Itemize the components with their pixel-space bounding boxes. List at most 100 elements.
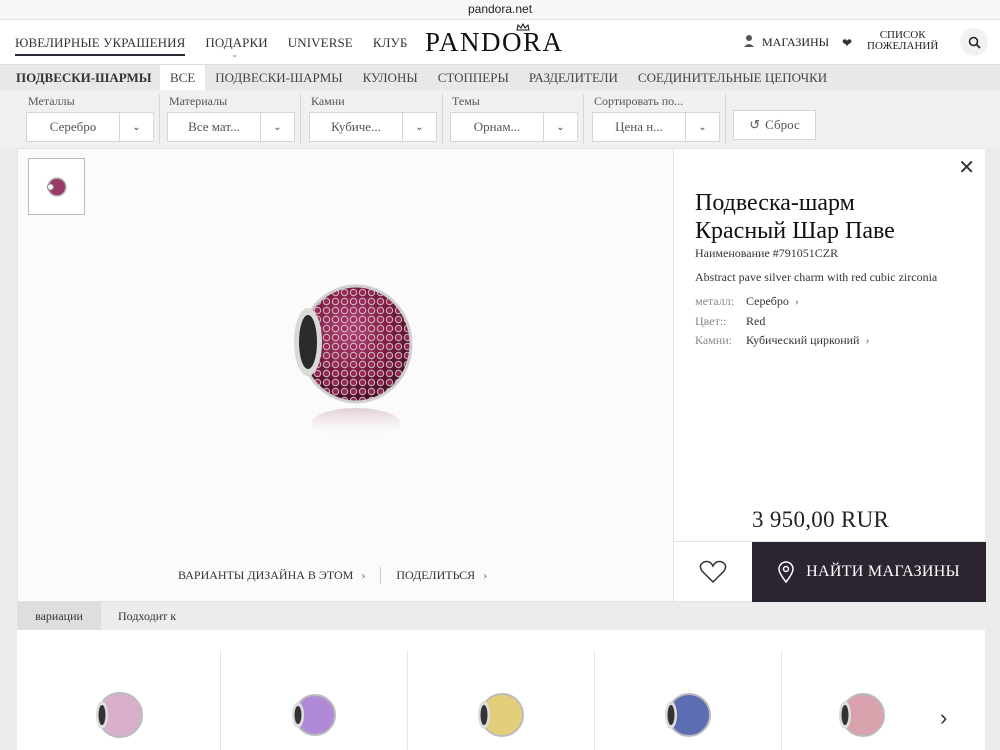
chevron-right-icon: › [865,333,870,347]
filter-materials: Материалы Все мат... ⌄ [167,94,295,142]
location-pin-icon [778,561,794,583]
chevron-down-icon: ⌄ [685,112,719,142]
filter-metals-value: Серебро [49,119,97,134]
category-tab-spacers[interactable]: РАЗДЕЛИТЕЛИ [519,65,628,90]
filter-sort-select[interactable]: Цена н... ⌄ [592,112,720,142]
product-info: ✕ Подвеска-шарм Красный Шар Паве Наимено… [673,149,986,602]
chevron-down-icon: ⌄ [260,112,294,142]
variation-card[interactable] [594,650,781,750]
filter-materials-select[interactable]: Все мат... ⌄ [167,112,295,142]
add-to-wishlist-button[interactable] [674,542,752,602]
share-link[interactable]: ПОДЕЛИТЬСЯ › [396,568,487,583]
attribute-color: Цвет:: Red [695,314,765,329]
category-title: ПОДВЕСКИ-ШАРМЫ [16,70,152,85]
nav-item-gifts[interactable]: ПОДАРКИ ⌄ [205,35,268,59]
filter-sort-label: Сортировать по... [594,94,684,108]
variation-card[interactable] [781,650,941,750]
filter-materials-label: Материалы [169,94,228,108]
category-bar: ПОДВЕСКИ-ШАРМЫ ВСЕ ПОДВЕСКИ-ШАРМЫ КУЛОНЫ… [0,64,1000,90]
category-tabs: ВСЕ ПОДВЕСКИ-ШАРМЫ КУЛОНЫ СТОППЕРЫ РАЗДЕ… [160,65,837,90]
attribute-stones-value[interactable]: Кубический цирконий › [746,333,869,347]
nav-item-gifts-label: ПОДАРКИ [205,35,268,50]
product-image-area: ВАРИАНТЫ ДИЗАЙНА В ЭТОМ › ПОДЕЛИТЬСЯ › [18,149,673,601]
charm-variation-image [838,693,885,737]
wishlist-link[interactable]: СПИСОК ПОЖЕЛАНИЙ [867,30,938,52]
category-tab-pendants[interactable]: КУЛОНЫ [353,65,428,90]
filter-metals-select[interactable]: Серебро ⌄ [26,112,154,142]
heart-icon: ❤ [842,36,853,50]
product-description: Abstract pave silver charm with red cubi… [695,270,938,284]
find-stores-button[interactable]: НАЙТИ МАГАЗИНЫ [752,542,986,602]
url-text: pandora.net [467,2,533,16]
category-tab-all[interactable]: ВСЕ [160,65,206,90]
chevron-right-icon: › [483,568,488,582]
filter-themes-value: Орнам... [473,119,521,134]
nav-item-jewelry[interactable]: ЮВЕЛИРНЫЕ УКРАШЕНИЯ [15,35,186,56]
variation-tabs: вариации Подходит к [17,602,985,637]
variation-card[interactable] [220,650,407,750]
stores-link[interactable]: МАГАЗИНЫ [762,35,829,50]
filter-metals: Металлы Серебро ⌄ [26,94,154,142]
variation-card[interactable] [407,650,594,750]
nav-item-club[interactable]: КЛУБ [373,35,408,56]
chevron-right-icon[interactable]: › [940,705,947,731]
chevron-right-icon: › [794,294,799,308]
design-variants-label: ВАРИАНТЫ ДИЗАЙНА В ЭТОМ [178,568,354,582]
product-thumbnail[interactable] [28,158,85,215]
reset-label: Сброс [765,117,800,132]
design-variants-link[interactable]: ВАРИАНТЫ ДИЗАЙНА В ЭТОМ › [178,568,365,583]
charm-variation-image [292,694,336,736]
filter-themes-label: Темы [452,94,480,108]
filter-sort-value: Цена н... [615,119,663,134]
filter-themes: Темы Орнам... ⌄ [450,94,578,142]
store-pin-icon [744,35,754,47]
chevron-down-icon: ⌄ [119,112,153,142]
wishlist-line2: ПОЖЕЛАНИЙ [867,40,939,52]
filter-stones: Камни Кубиче... ⌄ [309,94,437,142]
filter-divider [300,94,301,144]
heart-icon [699,560,727,584]
category-tab-clips[interactable]: СТОППЕРЫ [428,65,519,90]
attribute-metal-key: металл: [695,294,735,308]
variation-card[interactable] [17,650,220,750]
search-icon [968,36,981,49]
chevron-right-icon: › [361,568,366,582]
attribute-stones-text: Кубический цирконий [746,333,860,347]
filter-divider [442,94,443,144]
attribute-metal-text: Серебро [746,294,789,308]
filter-stones-value: Кубиче... [331,119,381,134]
filter-themes-select[interactable]: Орнам... ⌄ [450,112,578,142]
chevron-down-icon: ⌄ [543,112,577,142]
variations-carousel: › [17,630,985,750]
crown-icon [516,22,530,33]
nav-item-universe[interactable]: UNIVERSE [288,35,353,56]
chevron-down-icon: ⌄ [231,50,239,59]
product-sku: Наименование #791051CZR [695,246,839,260]
attribute-color-key: Цвет:: [695,314,727,328]
filter-divider [583,94,584,144]
product-main-image [286,279,416,464]
pandora-logo[interactable]: PANDORA [425,27,564,58]
charm-variation-image [665,693,711,737]
filter-materials-value: Все мат... [188,119,240,134]
attribute-metal-value[interactable]: Серебро › [746,294,799,308]
image-links: ВАРИАНТЫ ДИЗАЙНА В ЭТОМ › ПОДЕЛИТЬСЯ › [178,567,487,584]
search-button[interactable] [960,28,988,56]
tab-fits-with[interactable]: Подходит к [118,602,176,630]
close-icon[interactable]: ✕ [958,155,975,180]
product-quickview: ВАРИАНТЫ ДИЗАЙНА В ЭТОМ › ПОДЕЛИТЬСЯ › ✕ П… [17,148,986,602]
browser-url-bar[interactable]: pandora.net [0,0,1000,20]
reset-filters-button[interactable]: ↺ Сброс [733,110,816,140]
tab-variations[interactable]: вариации [17,602,101,630]
charm-variation-image [95,692,143,738]
filter-metals-label: Металлы [28,94,75,108]
chevron-down-icon: ⌄ [402,112,436,142]
category-tab-charms[interactable]: ПОДВЕСКИ-ШАРМЫ [205,65,352,90]
attribute-stones: Камни: Кубический цирконий › [695,333,869,348]
filter-stones-label: Камни [311,94,345,108]
filter-stones-select[interactable]: Кубиче... ⌄ [309,112,437,142]
attribute-color-value: Red [746,314,766,328]
filter-divider [159,94,160,144]
attribute-stones-key: Камни: [695,333,732,347]
category-tab-safety-chains[interactable]: СОЕДИНИТЕЛЬНЫЕ ЦЕПОЧКИ [628,65,837,90]
